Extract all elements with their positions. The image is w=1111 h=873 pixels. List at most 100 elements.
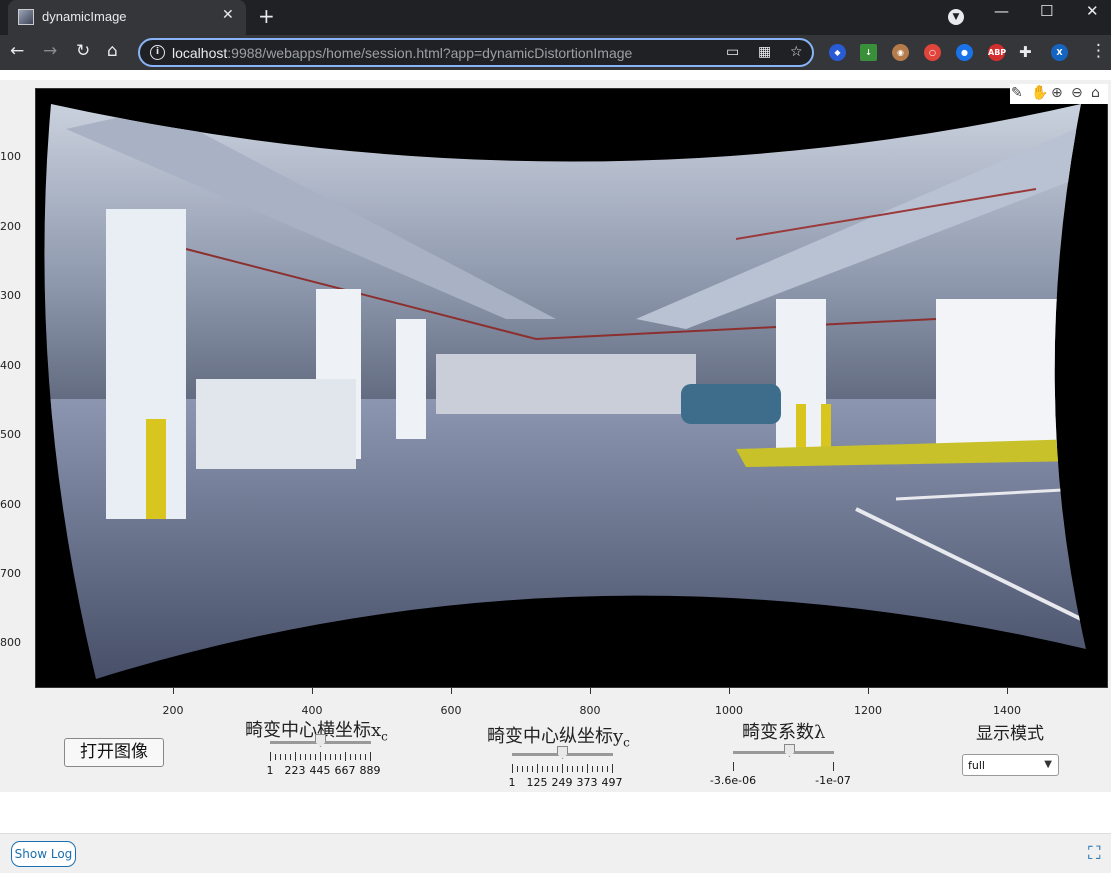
y-tick-label: 700 [0,567,21,580]
slider-tick [305,754,306,760]
x-tick-label: 200 [162,704,184,717]
slider-tick [360,754,361,760]
distorted-image [44,104,1087,679]
slider-tick [833,762,834,771]
xc-slider-thumb[interactable] [315,734,326,747]
close-window-icon[interactable]: ✕ [1086,2,1099,20]
lambda-slider[interactable]: -3.6e-06 -1e-07 [710,744,851,794]
display-mode-select[interactable]: full ▼ [962,754,1059,776]
extension-owl-icon[interactable]: ◉ [892,44,909,61]
browser-tab[interactable]: dynamicImage ✕ [8,0,246,35]
tab-title: dynamicImage [42,9,127,24]
zoom-out-icon[interactable]: ⊖ [1071,85,1083,101]
slider-tick [522,766,523,772]
profile-icon[interactable]: X [1051,44,1068,61]
slider-tick [592,766,593,772]
slider-tick [572,766,573,772]
back-icon[interactable]: ← [10,41,24,61]
x-tick-label: 600 [440,704,462,717]
puzzle-icon[interactable]: ✚ [1019,43,1032,61]
xc-tick-label: 667 [334,764,356,777]
tab-close-icon[interactable]: ✕ [222,7,234,23]
x-tick-mark [729,688,730,694]
slider-tick [552,766,553,772]
lambda-slider-track[interactable] [733,751,834,754]
menu-icon[interactable]: ⋮ [1090,41,1107,61]
pan-icon[interactable]: ✋ [1031,85,1048,101]
lambda-max-label: -1e-07 [815,774,851,787]
figure-area: 100 200 300 400 500 600 700 800 ✎ ✋ ⊕ ⊖ … [0,80,1111,792]
lambda-min-label: -3.6e-06 [709,774,757,787]
maximize-icon[interactable]: ☐ [1040,2,1053,20]
x-tick-label: 1400 [993,704,1021,717]
yc-slider-thumb[interactable] [557,746,568,759]
display-mode-value: full [968,759,985,772]
extension-gem-icon[interactable]: ◆ [829,44,846,61]
slider-tick [290,754,291,760]
xc-tick-label: 445 [309,764,331,777]
yc-tick-label: 497 [601,776,623,789]
zoom-in-icon[interactable]: ⊕ [1051,85,1063,101]
star-icon[interactable]: ☆ [790,44,803,60]
x-tick-label: 800 [579,704,601,717]
chevron-down-icon: ▼ [1044,759,1052,770]
y-tick-label: 400 [0,359,21,372]
brush-icon[interactable]: ✎ [1011,85,1023,101]
restore-view-icon[interactable]: ⌂ [1091,85,1100,101]
slider-tick [300,754,301,760]
url-text[interactable]: localhost:9988/webapps/home/session.html… [172,45,632,61]
slider-tick [335,754,336,760]
cast-icon[interactable]: ▭ [726,44,739,60]
yc-tick-label: 1 [508,776,516,789]
page: 100 200 300 400 500 600 700 800 ✎ ✋ ⊕ ⊖ … [0,70,1111,873]
slider-tick [733,762,734,771]
minimize-icon[interactable]: — [994,2,1009,20]
extension-blue-icon[interactable]: ● [956,44,973,61]
x-tick-label: 1200 [854,704,882,717]
qr-icon[interactable]: ▦ [758,44,771,60]
slider-tick [547,766,548,772]
tab-search-icon[interactable]: ▼ [948,9,964,25]
slider-tick [562,764,563,773]
slider-tick [285,754,286,760]
show-log-button[interactable]: Show Log [11,841,76,867]
slider-tick [612,764,613,773]
open-image-button[interactable]: 打开图像 [64,738,164,767]
fullscreen-icon[interactable]: ⛶ [1088,843,1101,864]
new-tab-button[interactable]: + [258,4,275,28]
yc-tick-label: 373 [576,776,598,789]
x-tick-mark [451,688,452,694]
extension-download-icon[interactable]: ↓ [860,44,877,61]
slider-tick [602,766,603,772]
extension-circle-icon[interactable]: ○ [924,44,941,61]
yc-slider[interactable]: 1 125 249 373 497 [508,746,623,796]
axes-toolbar: ✎ ✋ ⊕ ⊖ ⌂ [1010,84,1108,104]
x-tick-mark [173,688,174,694]
slider-tick [295,752,296,761]
slider-tick [577,766,578,772]
y-tick-label: 600 [0,498,21,511]
y-tick-label: 300 [0,289,21,302]
slider-tick [587,764,588,773]
x-tick-mark [1007,688,1008,694]
slider-tick [512,764,513,773]
xc-slider[interactable]: 1 223 445 667 889 [267,734,381,784]
distorted-image-plot[interactable] [35,88,1108,688]
slider-tick [582,766,583,772]
lambda-slider-thumb[interactable] [784,744,795,757]
x-tick-mark [590,688,591,694]
slider-tick [557,766,558,772]
slider-tick [270,752,271,761]
slider-tick [325,754,326,760]
home-icon[interactable]: ⌂ [107,41,118,61]
slider-tick [542,766,543,772]
slider-tick [350,754,351,760]
reload-icon[interactable]: ↻ [76,41,90,61]
adblock-icon[interactable]: ABP [988,44,1006,61]
slider-tick [320,752,321,761]
address-bar[interactable]: i localhost:9988/webapps/home/session.ht… [138,38,814,67]
forward-icon[interactable]: → [43,41,57,61]
info-icon[interactable]: i [150,45,165,60]
x-tick-label: 1000 [715,704,743,717]
browser-toolbar: ← → ↻ ⌂ i localhost:9988/webapps/home/se… [0,35,1111,70]
